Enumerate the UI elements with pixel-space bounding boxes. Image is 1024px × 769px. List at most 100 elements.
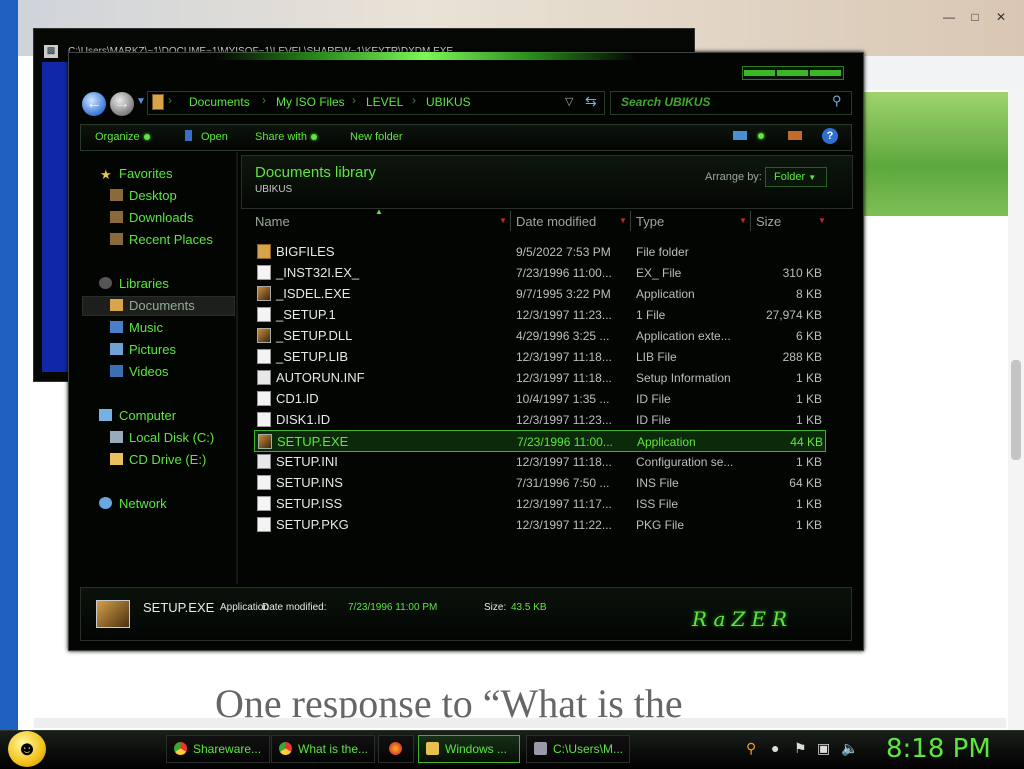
file-row[interactable]: AUTORUN.INF 12/3/1997 11:18... Setup Infor… [254,367,824,387]
speaker-icon[interactable]: 🔈 [841,740,858,757]
nav-videos[interactable]: Videos [129,364,169,379]
volume-mixer-icon[interactable]: ● [771,740,779,756]
pane-splitter[interactable] [236,152,238,584]
file-row[interactable]: _SETUP.DLL 4/29/1996 3:25 ... Application … [254,325,824,345]
file-row[interactable]: DISK1.ID 12/3/1997 11:23... ID File 1 KB [254,409,824,429]
file-row[interactable]: SETUP.INS 7/31/1996 7:50 ... INS File 64 KB [254,472,824,492]
nav-music[interactable]: Music [129,320,163,335]
nav-pictures[interactable]: Pictures [129,342,176,357]
file-row[interactable]: _ISDEL.EXE 9/7/1995 3:22 PM Application 8 K… [254,283,824,303]
share-with-button[interactable]: Share with [255,131,317,143]
column-divider[interactable] [510,211,511,231]
column-filter-icon[interactable]: ▼ [818,216,826,225]
view-options-dot-icon[interactable] [758,133,764,139]
forward-button[interactable]: → [110,92,134,116]
chevron-right-icon[interactable]: › [412,93,416,107]
minimize-icon[interactable]: — [936,10,962,24]
taskbar-clock[interactable]: 8:18 PM [886,734,991,764]
file-row[interactable]: _INST32I.EX_ 7/23/1996 11:00... EX_ File 31… [254,262,824,282]
file-row[interactable]: SETUP.PKG 12/3/1997 11:22... PKG File 1 KB [254,514,824,534]
change-view-icon[interactable] [733,131,747,140]
column-divider[interactable] [630,211,631,231]
file-row[interactable]: SETUP.ISS 12/3/1997 11:17... ISS File 1 KB [254,493,824,513]
breadcrumb-documents[interactable]: Documents [189,95,250,109]
taskbar-button-console[interactable]: C:\Users\M... [526,735,630,763]
file-type: Application exte... [636,329,731,343]
organize-button[interactable]: Organize [95,131,150,143]
nav-documents[interactable]: Documents [129,298,195,313]
file-row[interactable]: SETUP.EXE 7/23/1996 11:00... Application 44… [254,430,826,452]
file-row[interactable]: SETUP.INI 12/3/1997 11:18... Configuration… [254,451,824,471]
start-button[interactable]: ☻ [8,731,46,767]
caption-buttons[interactable] [742,66,844,80]
file-row[interactable]: BIGFILES 9/5/2022 7:53 PM File folder [254,241,824,261]
nav-favorites[interactable]: Favorites [119,166,172,181]
column-filter-icon[interactable]: ▼ [499,216,507,225]
breadcrumb-ubikus[interactable]: UBIKUS [426,95,471,109]
file-name: BIGFILES [276,244,335,259]
file-size: 1 KB [795,371,822,385]
file-row[interactable]: CD1.ID 10/4/1997 1:35 ... ID File 1 KB [254,388,824,408]
help-icon[interactable]: ? [822,128,838,144]
file-name: SETUP.EXE [277,434,349,449]
nav-recent-places[interactable]: Recent Places [129,232,213,247]
breadcrumb-my-iso-files[interactable]: My ISO Files [276,95,345,109]
network-tray-icon[interactable]: ▣ [817,740,830,757]
address-dropdown-icon[interactable]: ▽ [565,95,573,108]
column-filter-icon[interactable]: ▼ [619,216,627,225]
back-button[interactable]: ← [82,92,106,116]
taskbar-button-shareware[interactable]: Shareware... [166,735,270,763]
column-header-date-modified[interactable]: Date modified [516,214,596,229]
minimize-button[interactable] [744,70,775,76]
column-divider[interactable] [750,211,751,231]
column-filter-icon[interactable]: ▼ [739,216,747,225]
close-button[interactable] [810,70,841,76]
column-header-name[interactable]: Name [255,214,290,229]
chevron-right-icon[interactable]: › [262,93,266,107]
new-folder-button[interactable]: New folder [350,131,403,143]
action-center-icon[interactable]: ⚑ [794,740,807,757]
preview-pane-icon[interactable] [788,131,802,140]
nav-downloads[interactable]: Downloads [129,210,193,225]
document-icon [257,475,271,490]
arrange-by-label: Arrange by: [705,171,762,183]
refresh-icon[interactable]: ⇆ [585,93,597,110]
taskbar-button-what-is-the[interactable]: What is the... [271,735,375,763]
nav-computer[interactable]: Computer [119,408,176,423]
back-arrow-icon: ← [86,95,102,112]
horizontal-scrollbar[interactable] [34,718,1006,728]
chevron-right-icon[interactable]: › [168,93,172,107]
maximize-button[interactable] [777,70,808,76]
page-scrollbar-thumb[interactable] [1011,360,1021,460]
browser-window-controls: — □ ✕ [936,10,1014,24]
column-header-size[interactable]: Size [756,214,781,229]
file-row[interactable]: _SETUP.1 12/3/1997 11:23... 1 File 27,974 K… [254,304,824,324]
arrange-by-value[interactable]: Folder ▼ [774,171,816,183]
documents-icon [110,299,123,311]
file-type: Setup Information [636,371,731,385]
chevron-right-icon[interactable]: › [352,93,356,107]
nav-local-disk[interactable]: Local Disk (C:) [129,430,214,445]
file-name: _SETUP.DLL [276,328,353,343]
taskbar-button-windows-explorer[interactable]: Windows ... [418,735,520,763]
browser-toolbar [860,56,1024,90]
recent-pages-dropdown-icon[interactable]: ▼ [136,96,146,107]
file-name: SETUP.ISS [276,496,343,511]
close-icon[interactable]: ✕ [988,10,1014,24]
taskbar-button-label: Windows ... [445,742,508,756]
column-header-type[interactable]: Type [636,214,664,229]
open-button[interactable]: Open [201,131,228,143]
nav-cd-drive[interactable]: CD Drive (E:) [129,452,206,467]
document-icon [257,391,271,406]
nav-desktop[interactable]: Desktop [129,188,177,203]
breadcrumb-level[interactable]: LEVEL [366,95,403,109]
maximize-icon[interactable]: □ [962,10,988,24]
nav-network[interactable]: Network [119,496,167,511]
file-row[interactable]: _SETUP.LIB 12/3/1997 11:18... LIB File 288 … [254,346,824,366]
search-tray-icon[interactable]: ⚲ [746,740,756,757]
file-date-modified: 12/3/1997 11:18... [516,350,612,364]
search-icon[interactable]: ⚲ [832,93,842,109]
organize-label: Organize [95,131,140,143]
taskbar-button-firefox[interactable] [378,735,414,763]
nav-libraries[interactable]: Libraries [119,276,169,291]
